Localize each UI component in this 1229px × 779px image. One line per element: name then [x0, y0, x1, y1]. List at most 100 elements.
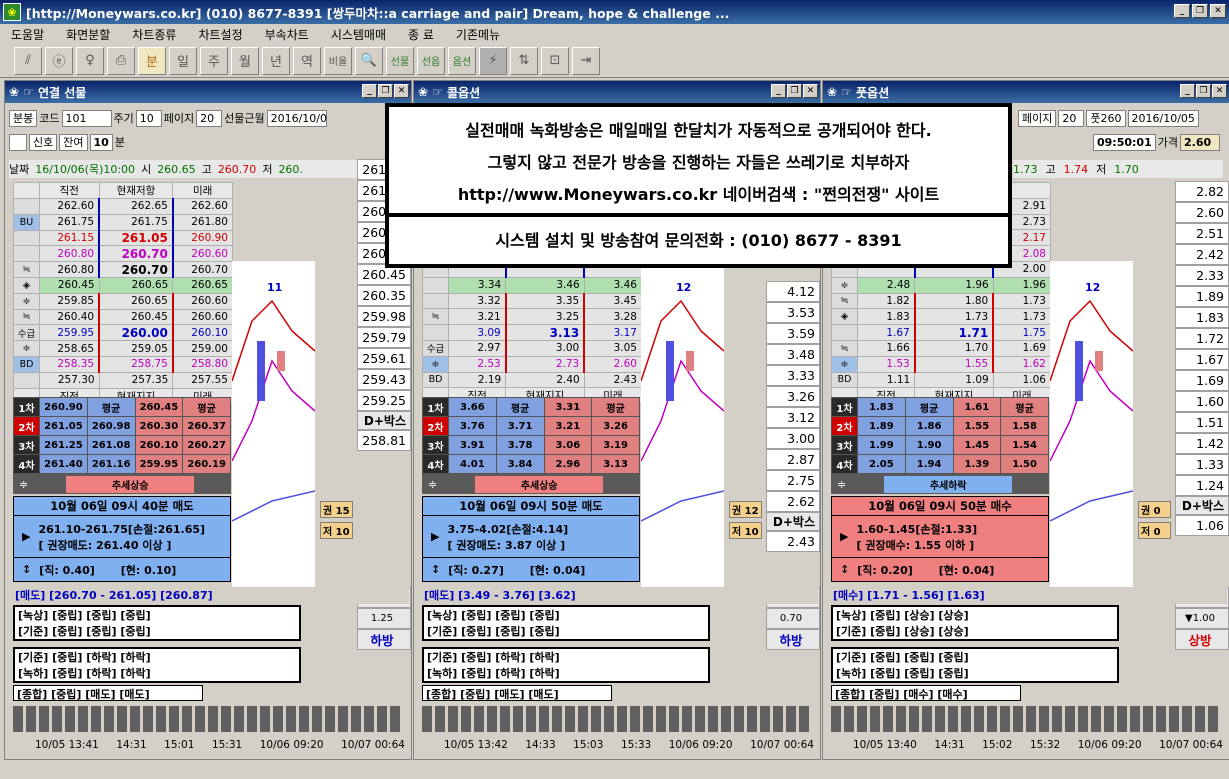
- period-minute-button[interactable]: 분: [138, 46, 166, 75]
- table-row: ≒ 260.40 260.45 260.60: [13, 308, 233, 326]
- grid-cell: 260.90: [172, 229, 233, 247]
- order-cell: 평균: [904, 397, 954, 417]
- restore-icon[interactable]: ❐: [1196, 84, 1211, 98]
- price-cell: 259.43: [357, 369, 411, 390]
- table-row: 4차 261.40 261.16 259.95 260.19: [13, 454, 231, 474]
- grid-cell: 3.28: [583, 308, 643, 326]
- trend-label: 추세상승: [475, 475, 604, 493]
- low-label: 저: [262, 163, 273, 176]
- grid-cell: 257.55: [172, 371, 233, 389]
- order-level-table: 1차 3.66 평균 3.31 평균 2차 3.76 3.71 3.21 3.26 3차 3.91 3.…: [422, 397, 640, 474]
- price-cell: 1.24: [1175, 475, 1229, 496]
- sort-icon[interactable]: ⇅: [510, 46, 538, 75]
- period-month-button[interactable]: 월: [231, 46, 259, 75]
- restore-icon[interactable]: ❐: [787, 84, 802, 98]
- period-week-button[interactable]: 주: [200, 46, 228, 75]
- search-icon[interactable]: 🔍: [355, 46, 383, 75]
- minimize-icon[interactable]: _: [1180, 84, 1195, 98]
- menu-split[interactable]: 화면분할: [55, 26, 121, 43]
- price-column: 2.82 2.60 2.51 2.42 2.33 1.89 1.83 1.72 1.67 1.69…: [1175, 181, 1229, 536]
- period-ratio-button[interactable]: 비율: [324, 46, 352, 75]
- grid-cell: 260.70: [98, 261, 174, 278]
- order-cell: 1.39: [952, 454, 1002, 474]
- row-label: ≑: [422, 355, 449, 373]
- print-icon[interactable]: ⎙: [107, 46, 135, 75]
- restore-icon[interactable]: ❐: [378, 84, 393, 98]
- order-cell: 평균: [495, 397, 545, 417]
- date-input[interactable]: 2016/10/05: [1127, 109, 1199, 127]
- signal-strip: [422, 706, 812, 732]
- bottom-section-1: [녹상] [중립] [중립] [중립] [기준] [중립] [중립] [중립]: [422, 605, 710, 641]
- frame-icon[interactable]: ⊡: [541, 46, 569, 75]
- page-input[interactable]: 20: [196, 109, 223, 127]
- play-icon[interactable]: ▶: [431, 530, 439, 543]
- play-icon[interactable]: ▶: [840, 530, 848, 543]
- date-input[interactable]: 2016/10/0: [266, 109, 327, 127]
- fut-opt-button[interactable]: 선옵: [417, 46, 445, 75]
- period-year-button[interactable]: 년: [262, 46, 290, 75]
- chart-icon[interactable]: ⫽: [14, 46, 42, 75]
- period-input[interactable]: 10: [135, 109, 162, 127]
- order-cell: 1.99: [857, 435, 906, 455]
- menu-sub-chart[interactable]: 부속차트: [254, 26, 320, 43]
- grid-cell: 259.85: [39, 292, 100, 310]
- row-label: ≑: [831, 355, 858, 373]
- grid-cell: 260.80: [39, 245, 100, 263]
- code-input[interactable]: 101: [61, 109, 112, 127]
- price-cell: 1.06: [1175, 515, 1229, 536]
- period-reverse-button[interactable]: 역: [293, 46, 321, 75]
- order-cell: 3.31: [543, 397, 593, 417]
- remain-label: 잔여: [59, 133, 88, 151]
- price-cell: 3.33: [766, 365, 820, 386]
- period-day-button[interactable]: 일: [169, 46, 197, 75]
- menu-help[interactable]: 도움말: [0, 26, 55, 43]
- close-icon[interactable]: ✕: [394, 84, 409, 98]
- minimize-icon[interactable]: _: [362, 84, 377, 98]
- signal-strip: [13, 706, 403, 732]
- table-row: ≑ 1.53 1.55 1.62: [831, 355, 1052, 373]
- price-cell: 2.87: [766, 449, 820, 470]
- restore-icon[interactable]: ❐: [1192, 4, 1208, 18]
- order-cell: 평균: [86, 397, 136, 417]
- grid-cell: 1.82: [856, 292, 916, 310]
- status-label: 저 0: [1141, 527, 1161, 538]
- menu-chart-type[interactable]: 차트종류: [121, 26, 187, 43]
- trend-label: 추세상승: [66, 475, 195, 493]
- high-label: 고: [1045, 163, 1056, 176]
- minimize-icon[interactable]: _: [771, 84, 786, 98]
- order-cell: 2.05: [857, 454, 906, 474]
- exit-icon[interactable]: ⇥: [572, 46, 600, 75]
- futures-button[interactable]: 선물: [386, 46, 414, 75]
- grid-cell: 2.40: [505, 371, 585, 389]
- lightning-icon[interactable]: ⚡: [479, 46, 507, 75]
- ie-icon[interactable]: ⓔ: [45, 46, 73, 75]
- menu-system-trade[interactable]: 시스템매매: [320, 26, 397, 43]
- bulb-icon[interactable]: ♀: [76, 46, 104, 75]
- menu-legacy[interactable]: 기존메뉴: [445, 26, 511, 43]
- close-icon[interactable]: ✕: [803, 84, 818, 98]
- trend-bar: ≑ 추세하락: [831, 474, 1049, 494]
- table-row: 262.60 262.65 262.60: [13, 198, 233, 215]
- options-button[interactable]: 옵션: [448, 46, 476, 75]
- code-label: 코드: [39, 112, 60, 125]
- grid-cell: 1.69: [992, 339, 1052, 357]
- close-icon[interactable]: ✕: [1210, 4, 1226, 18]
- menu-exit[interactable]: 종 료: [397, 26, 445, 43]
- kind-select[interactable]: 분봉: [9, 109, 38, 127]
- minimize-icon[interactable]: _: [1174, 4, 1190, 18]
- signal-button[interactable]: 신호: [29, 133, 58, 151]
- remain-input[interactable]: 10: [89, 133, 113, 151]
- row-label: [422, 276, 449, 294]
- put-code[interactable]: 풋260: [1086, 109, 1126, 127]
- status-box: 저 0: [1138, 522, 1171, 539]
- close-icon[interactable]: ✕: [1212, 84, 1227, 98]
- table-row: 3차 1.99 1.90 1.45 1.54: [831, 435, 1049, 455]
- order-cell: 3.91: [448, 435, 497, 455]
- time-tick: 10/05 13:41: [35, 739, 99, 751]
- candle: [1075, 341, 1083, 401]
- menu-chart-settings[interactable]: 차트설정: [187, 26, 253, 43]
- play-icon[interactable]: ▶: [22, 530, 30, 543]
- page-input[interactable]: 20: [1058, 109, 1085, 127]
- order-cell: 1.94: [904, 454, 954, 474]
- order-cell: 4차: [422, 454, 449, 474]
